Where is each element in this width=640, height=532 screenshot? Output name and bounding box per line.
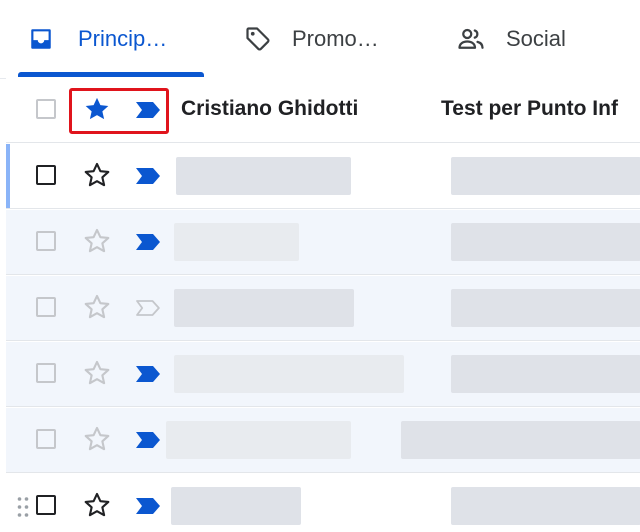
redacted-sender (174, 289, 354, 327)
row-checkbox[interactable] (36, 297, 56, 317)
star-outline-icon[interactable] (83, 491, 111, 519)
tab-social-label: Social (506, 26, 566, 51)
redacted-subject (451, 487, 640, 525)
redacted-sender (174, 355, 404, 393)
important-marker-icon[interactable] (134, 430, 162, 450)
tab-promotions-label: Promo… (292, 26, 379, 51)
row-checkbox[interactable] (36, 99, 56, 119)
email-row-blurred[interactable] (6, 210, 640, 275)
star-outline-icon[interactable] (83, 293, 111, 321)
redacted-sender (174, 223, 299, 261)
tab-primary[interactable]: Princip… (28, 0, 167, 78)
redacted-subject (401, 421, 640, 459)
tab-primary-label: Princip… (78, 26, 168, 51)
star-outline-icon[interactable] (83, 359, 111, 387)
row-checkbox[interactable] (36, 231, 56, 251)
important-marker-icon[interactable] (134, 496, 162, 516)
redacted-subject (451, 289, 640, 327)
redacted-subject (451, 355, 640, 393)
redacted-subject (451, 223, 640, 261)
email-row-blurred[interactable] (6, 342, 640, 407)
email-row-blurred[interactable] (6, 474, 640, 532)
star-outline-icon[interactable] (83, 425, 111, 453)
email-sender: Cristiano Ghidotti (181, 97, 359, 120)
redacted-sender (166, 421, 351, 459)
email-subject: Test per Punto Inf (441, 97, 618, 120)
row-checkbox[interactable] (36, 165, 56, 185)
inbox-icon (31, 29, 51, 49)
tab-social[interactable]: Social (456, 0, 566, 78)
email-row-blurred[interactable] (6, 144, 640, 209)
row-checkbox[interactable] (36, 429, 56, 449)
tag-icon (246, 27, 270, 51)
row-checkbox[interactable] (36, 495, 56, 515)
redacted-sender (171, 487, 301, 525)
email-row-blurred[interactable] (6, 276, 640, 341)
tab-promotions[interactable]: Promo… (244, 0, 379, 78)
people-icon (458, 28, 484, 49)
important-marker-icon[interactable] (134, 364, 162, 384)
not-important-marker-icon[interactable] (134, 298, 162, 318)
row-checkbox[interactable] (36, 363, 56, 383)
inbox-tabs: Princip… Promo… Social (0, 0, 640, 79)
important-marker-icon[interactable] (134, 166, 162, 186)
important-marker-icon[interactable] (134, 232, 162, 252)
redacted-sender (176, 157, 351, 195)
selected-tab-indicator (18, 72, 204, 77)
star-outline-icon[interactable] (83, 161, 111, 189)
star-outline-icon[interactable] (83, 227, 111, 255)
annotation-highlight-box (69, 88, 169, 134)
drag-handle-icon[interactable] (16, 496, 30, 518)
redacted-subject (451, 157, 640, 195)
email-row-blurred[interactable] (6, 408, 640, 473)
